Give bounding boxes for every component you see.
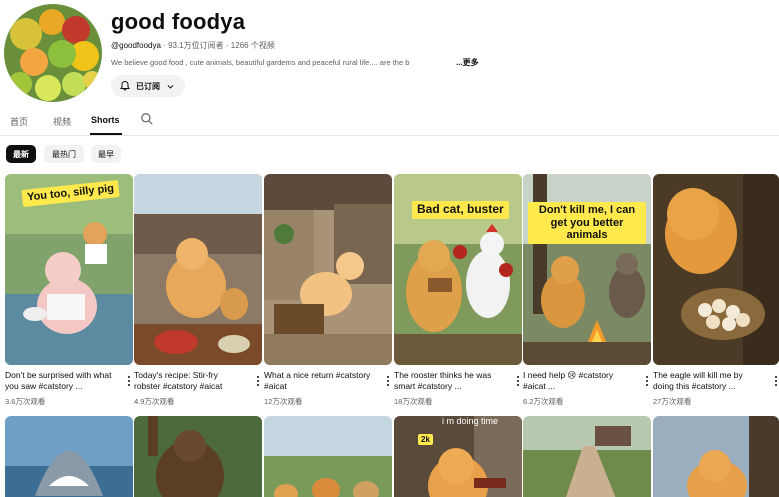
short-thumbnail[interactable] — [653, 416, 779, 497]
more-options-icon[interactable] — [254, 375, 262, 387]
price-tag: 2k — [418, 434, 433, 446]
more-options-icon[interactable] — [125, 375, 133, 387]
short-thumbnail[interactable]: Don't kill me, I can get you better anim… — [523, 174, 651, 365]
short-title[interactable]: What a nice return #catstory #aicat — [264, 370, 376, 394]
channel-handle: @goodfoodya — [111, 41, 161, 50]
more-options-icon[interactable] — [772, 375, 779, 387]
video-count: 1266 个视频 — [230, 41, 275, 50]
channel-description-text: We believe good food , cute animals, bea… — [111, 58, 410, 67]
short-card[interactable]: The eagle will kill me by doing this #ca… — [653, 174, 779, 407]
short-title[interactable]: Today's recipe: Stir-fry robster #catsto… — [134, 370, 246, 394]
subscribed-button[interactable]: 已订阅 — [111, 75, 185, 97]
short-thumbnail[interactable] — [264, 416, 392, 497]
channel-avatar[interactable] — [4, 4, 102, 102]
short-views: 12万次观看 — [264, 397, 303, 406]
short-thumbnail[interactable]: Bad cat, buster — [394, 174, 522, 365]
channel-description: We believe good food , cute animals, bea… — [111, 58, 451, 67]
short-thumbnail[interactable] — [134, 416, 262, 497]
short-thumbnail[interactable] — [264, 174, 392, 365]
short-mini-caption: i m doing time — [442, 416, 499, 426]
channel-stats: @goodfoodya · 93.1万位订阅者 · 1266 个视频 — [111, 40, 275, 51]
short-card[interactable]: Bad cat, buster The rooster thinks he wa… — [394, 174, 522, 407]
short-title[interactable]: I need help 😢 #catstory #aicat ... — [523, 370, 635, 394]
chip-popular[interactable]: 最热门 — [44, 145, 84, 163]
chip-oldest[interactable]: 最早 — [91, 145, 121, 163]
short-card[interactable]: Don't kill me, I can get you better anim… — [523, 174, 651, 407]
more-options-icon[interactable] — [384, 375, 392, 387]
search-icon[interactable] — [140, 112, 154, 126]
bell-icon — [120, 80, 130, 91]
short-views: 4.9万次观看 — [134, 397, 175, 406]
channel-name: good foodya — [111, 9, 246, 34]
short-title[interactable]: Don't be surprised with what you saw #ca… — [5, 370, 117, 394]
chip-latest[interactable]: 最新 — [6, 145, 36, 163]
meta-separator: · — [225, 41, 229, 50]
tab-shorts[interactable]: Shorts — [91, 115, 120, 125]
short-title[interactable]: The rooster thinks he was smart #catstor… — [394, 370, 506, 394]
description-more-link[interactable]: ...更多 — [456, 57, 479, 68]
short-thumbnail[interactable] — [5, 416, 133, 497]
short-caption: Don't kill me, I can get you better anim… — [528, 202, 646, 244]
tab-home[interactable]: 首页 — [10, 115, 28, 128]
short-thumbnail[interactable] — [523, 416, 651, 497]
short-views: 3.6万次观看 — [5, 397, 46, 406]
subscribed-label: 已订阅 — [136, 81, 160, 91]
short-views: 27万次观看 — [653, 397, 692, 406]
active-tab-indicator — [90, 133, 122, 135]
short-thumbnail[interactable] — [134, 174, 262, 365]
tab-videos[interactable]: 视频 — [53, 115, 71, 128]
short-views: 18万次观看 — [394, 397, 433, 406]
short-card[interactable]: You too, silly pig Don't be surprised wi… — [5, 174, 133, 407]
meta-separator: · — [163, 41, 166, 50]
short-thumbnail[interactable]: i m doing time 2k — [394, 416, 522, 497]
channel-tabs: 首页 视频 Shorts — [0, 106, 779, 136]
short-views: 6.2万次观看 — [523, 397, 564, 406]
short-card[interactable]: Today's recipe: Stir-fry robster #catsto… — [134, 174, 262, 407]
short-thumbnail[interactable]: You too, silly pig — [5, 174, 133, 365]
more-options-icon[interactable] — [514, 375, 522, 387]
short-card[interactable]: What a nice return #catstory #aicat 12万次… — [264, 174, 392, 407]
short-caption: Bad cat, buster — [412, 201, 509, 219]
short-title[interactable]: The eagle will kill me by doing this #ca… — [653, 370, 765, 394]
chevron-down-icon — [167, 84, 174, 89]
short-thumbnail[interactable] — [653, 174, 779, 365]
more-options-icon[interactable] — [643, 375, 651, 387]
subscriber-count: 93.1万位订阅者 — [168, 41, 224, 50]
